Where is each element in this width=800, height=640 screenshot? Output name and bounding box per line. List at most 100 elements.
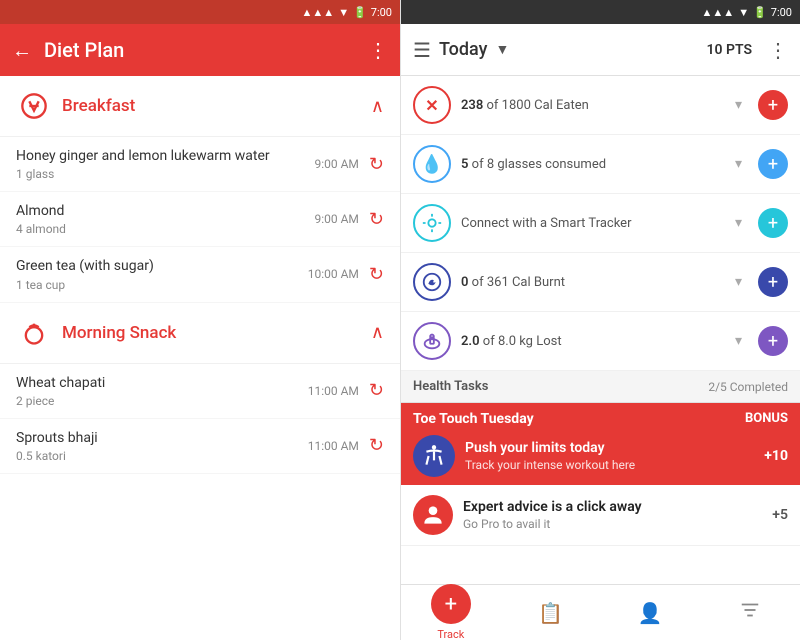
food-item: Sprouts bhaji 0.5 katori 11:00 AM ↻ <box>0 419 400 474</box>
toe-touch-avatar <box>413 435 455 477</box>
calories-label: of 1800 Cal Eaten <box>487 98 589 113</box>
breakfast-section-icon <box>16 88 52 124</box>
signal-icon: ▲▲▲ <box>302 6 335 19</box>
nav-diary[interactable]: 📋 <box>501 601 601 625</box>
food-item: Honey ginger and lemon lukewarm water 1 … <box>0 137 400 192</box>
nav-profile[interactable]: 👤 <box>601 601 701 625</box>
food-item-info: Honey ginger and lemon lukewarm water 1 … <box>16 147 314 181</box>
filter-icon <box>739 599 761 626</box>
health-tasks-label: Health Tasks <box>413 379 708 394</box>
water-value: 5 <box>461 157 468 172</box>
track-circle-icon[interactable]: + <box>431 584 471 624</box>
tracker-stat-row: Connect with a Smart Tracker ▾ + <box>401 194 800 253</box>
profile-icon: 👤 <box>638 601 663 625</box>
track-label: Track <box>437 628 464 640</box>
food-item-qty: 4 almond <box>16 222 314 236</box>
expert-task-item[interactable]: Expert advice is a click away Go Pro to … <box>401 485 800 546</box>
today-dropdown-icon[interactable]: ▼ <box>495 41 509 58</box>
left-toolbar: ← Diet Plan ⋮ <box>0 24 400 76</box>
weight-add-button[interactable]: + <box>758 326 788 356</box>
expert-avatar <box>413 495 453 535</box>
wifi-icon: ▼ <box>338 6 349 19</box>
food-item-name: Almond <box>16 202 314 220</box>
tracker-dropdown-icon[interactable]: ▾ <box>735 215 742 231</box>
refresh-icon[interactable]: ↻ <box>369 154 384 175</box>
tracker-label: Connect with a Smart Tracker <box>461 216 631 231</box>
water-stat-text: 5 of 8 glasses consumed <box>461 157 725 172</box>
left-content: Breakfast ∧ Honey ginger and lemon lukew… <box>0 76 400 640</box>
calories-add-button[interactable]: + <box>758 90 788 120</box>
breakfast-chevron-icon[interactable]: ∧ <box>371 96 384 117</box>
weight-value: 2.0 <box>461 334 480 349</box>
weight-stat-text: 2.0 of 8.0 kg Lost <box>461 334 725 349</box>
water-dropdown-icon[interactable]: ▾ <box>735 156 742 172</box>
battery-icon: 🔋 <box>353 6 367 19</box>
refresh-icon[interactable]: ↻ <box>369 435 384 456</box>
left-statusbar: ▲▲▲ ▼ 🔋 7:00 <box>0 0 400 24</box>
refresh-icon[interactable]: ↻ <box>369 209 384 230</box>
burnt-stat-row: 0 of 361 Cal Burnt ▾ + <box>401 253 800 312</box>
weight-dropdown-icon[interactable]: ▾ <box>735 333 742 349</box>
food-item: Almond 4 almond 9:00 AM ↻ <box>0 192 400 247</box>
hamburger-menu-button[interactable]: ☰ <box>413 38 431 62</box>
food-item: Green tea (with sugar) 1 tea cup 10:00 A… <box>0 247 400 302</box>
food-item-qty: 1 tea cup <box>16 278 308 292</box>
left-panel: ▲▲▲ ▼ 🔋 7:00 ← Diet Plan ⋮ Breakfast ∧ <box>0 0 400 640</box>
toe-touch-push-sub: Track your intense workout here <box>465 458 754 472</box>
weight-label: of 8.0 kg Lost <box>483 334 562 349</box>
nav-filter[interactable] <box>700 599 800 626</box>
left-time: 7:00 <box>371 6 392 19</box>
stats-container: ✕ 238 of 1800 Cal Eaten ▾ + 💧 5 of 8 gla… <box>401 76 800 584</box>
refresh-icon[interactable]: ↻ <box>369 264 384 285</box>
tracker-add-button[interactable]: + <box>758 208 788 238</box>
nav-track[interactable]: + Track <box>401 584 501 640</box>
food-item-name: Wheat chapati <box>16 374 308 392</box>
water-label: of 8 glasses consumed <box>472 157 606 172</box>
food-item-qty: 2 piece <box>16 394 308 408</box>
expert-task-info: Expert advice is a click away Go Pro to … <box>463 499 762 531</box>
health-tasks-count: 2/5 Completed <box>708 380 788 394</box>
calories-dropdown-icon[interactable]: ▾ <box>735 97 742 113</box>
food-item-time: 10:00 AM <box>308 267 359 281</box>
food-item-time: 9:00 AM <box>314 212 358 226</box>
food-item-name: Sprouts bhaji <box>16 429 308 447</box>
toe-touch-card[interactable]: Toe Touch Tuesday BONUS Push your limits… <box>401 403 800 485</box>
toe-touch-info: Push your limits today Track your intens… <box>465 440 754 472</box>
breakfast-section-header: Breakfast ∧ <box>0 76 400 137</box>
breakfast-label: Breakfast <box>62 96 371 116</box>
toe-touch-bonus: BONUS <box>745 411 788 427</box>
tracker-icon-circle <box>413 204 451 242</box>
calories-stat-text: 238 of 1800 Cal Eaten <box>461 98 725 113</box>
food-item-time: 9:00 AM <box>314 157 358 171</box>
more-menu-button[interactable]: ⋮ <box>368 38 388 62</box>
health-tasks-header: Health Tasks 2/5 Completed <box>401 371 800 403</box>
burnt-label: of 361 Cal Burnt <box>472 275 565 290</box>
diary-icon: 📋 <box>538 601 563 625</box>
weight-stat-row: 2.0 of 8.0 kg Lost ▾ + <box>401 312 800 371</box>
burnt-dropdown-icon[interactable]: ▾ <box>735 274 742 290</box>
right-more-menu-button[interactable]: ⋮ <box>768 38 788 62</box>
food-item-info: Sprouts bhaji 0.5 katori <box>16 429 308 463</box>
water-icon-circle: 💧 <box>413 145 451 183</box>
morning-snack-chevron-icon[interactable]: ∧ <box>371 322 384 343</box>
back-button[interactable]: ← <box>12 38 32 63</box>
right-statusbar: ▲▲▲ ▼ 🔋 7:00 <box>401 0 800 24</box>
bottom-nav: + Track 📋 👤 <box>401 584 800 640</box>
toe-touch-pts: +10 <box>764 448 788 464</box>
water-add-button[interactable]: + <box>758 149 788 179</box>
burnt-add-button[interactable]: + <box>758 267 788 297</box>
food-item-name: Honey ginger and lemon lukewarm water <box>16 147 314 165</box>
calories-stat-row: ✕ 238 of 1800 Cal Eaten ▾ + <box>401 76 800 135</box>
refresh-icon[interactable]: ↻ <box>369 380 384 401</box>
burnt-icon-circle <box>413 263 451 301</box>
calories-icon-circle: ✕ <box>413 86 451 124</box>
right-toolbar: ☰ Today ▼ 10 PTS ⋮ <box>401 24 800 76</box>
food-item-info: Green tea (with sugar) 1 tea cup <box>16 257 308 291</box>
right-time: 7:00 <box>771 6 792 19</box>
right-panel: ▲▲▲ ▼ 🔋 7:00 ☰ Today ▼ 10 PTS ⋮ ✕ 238 of… <box>400 0 800 640</box>
calories-x-icon: ✕ <box>425 96 438 115</box>
right-battery-icon: 🔋 <box>753 6 767 19</box>
water-stat-row: 💧 5 of 8 glasses consumed ▾ + <box>401 135 800 194</box>
food-item-time: 11:00 AM <box>308 384 359 398</box>
food-item: Wheat chapati 2 piece 11:00 AM ↻ <box>0 364 400 419</box>
